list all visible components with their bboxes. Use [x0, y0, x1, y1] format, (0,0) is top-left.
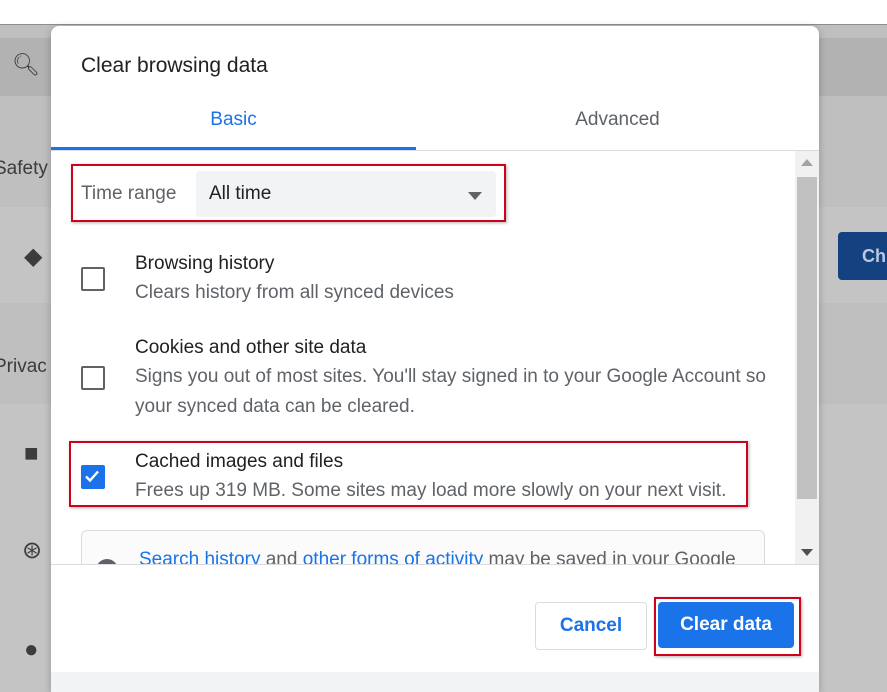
safety-check-heading: Safety [0, 158, 48, 179]
clear-data-highlight [654, 597, 801, 656]
cancel-button[interactable]: Cancel [535, 602, 647, 650]
browsing-history-checkbox[interactable] [81, 267, 105, 291]
dialog-title: Clear browsing data [81, 54, 268, 77]
scroll-down-arrow-icon[interactable] [801, 549, 813, 556]
scrollbar-thumb[interactable] [797, 177, 817, 499]
tab-basic-label: Basic [210, 109, 257, 130]
info-text: Search history and other forms of activi… [139, 549, 736, 564]
cached-images-highlight [69, 441, 748, 507]
browsing-history-title: Browsing history [135, 253, 275, 274]
scroll-up-arrow-icon[interactable] [801, 159, 813, 166]
cookies-title: Cookies and other site data [135, 337, 367, 358]
trash-icon: ■ [24, 440, 39, 467]
backdrop-divider [0, 24, 887, 25]
search-icon: 🔍︎ [12, 52, 40, 77]
check-now-button: Ch [838, 232, 887, 280]
info-text-part1: and [260, 549, 303, 564]
privacy-heading: Privac [0, 356, 47, 377]
check-now-label: Ch [862, 246, 886, 266]
compass-icon: ⊛ [22, 537, 43, 564]
activity-info-box: Search history and other forms of activi… [81, 530, 765, 564]
info-text-part2: may be saved in your Google [483, 549, 736, 564]
other-activity-link[interactable]: other forms of activity [303, 549, 484, 564]
footer-divider [51, 564, 819, 565]
dialog-footer-strip [51, 672, 819, 692]
cookies-description: Signs you out of most sites. You'll stay… [135, 366, 766, 417]
cancel-label: Cancel [559, 615, 623, 636]
shield-icon: ◆ [24, 243, 43, 270]
cookie-icon: ● [24, 636, 39, 663]
browsing-history-description: Clears history from all synced devices [135, 282, 454, 303]
tab-advanced[interactable]: Advanced [416, 96, 819, 150]
clear-browsing-data-dialog: Clear browsing data Basic Advanced Time … [51, 26, 819, 692]
time-range-highlight [71, 164, 506, 222]
top-bar [0, 0, 887, 24]
cookies-checkbox[interactable] [81, 366, 105, 390]
scrollbar[interactable] [795, 151, 819, 564]
tab-basic[interactable]: Basic [51, 96, 416, 150]
tab-advanced-label: Advanced [575, 109, 660, 130]
search-history-link[interactable]: Search history [139, 549, 260, 564]
